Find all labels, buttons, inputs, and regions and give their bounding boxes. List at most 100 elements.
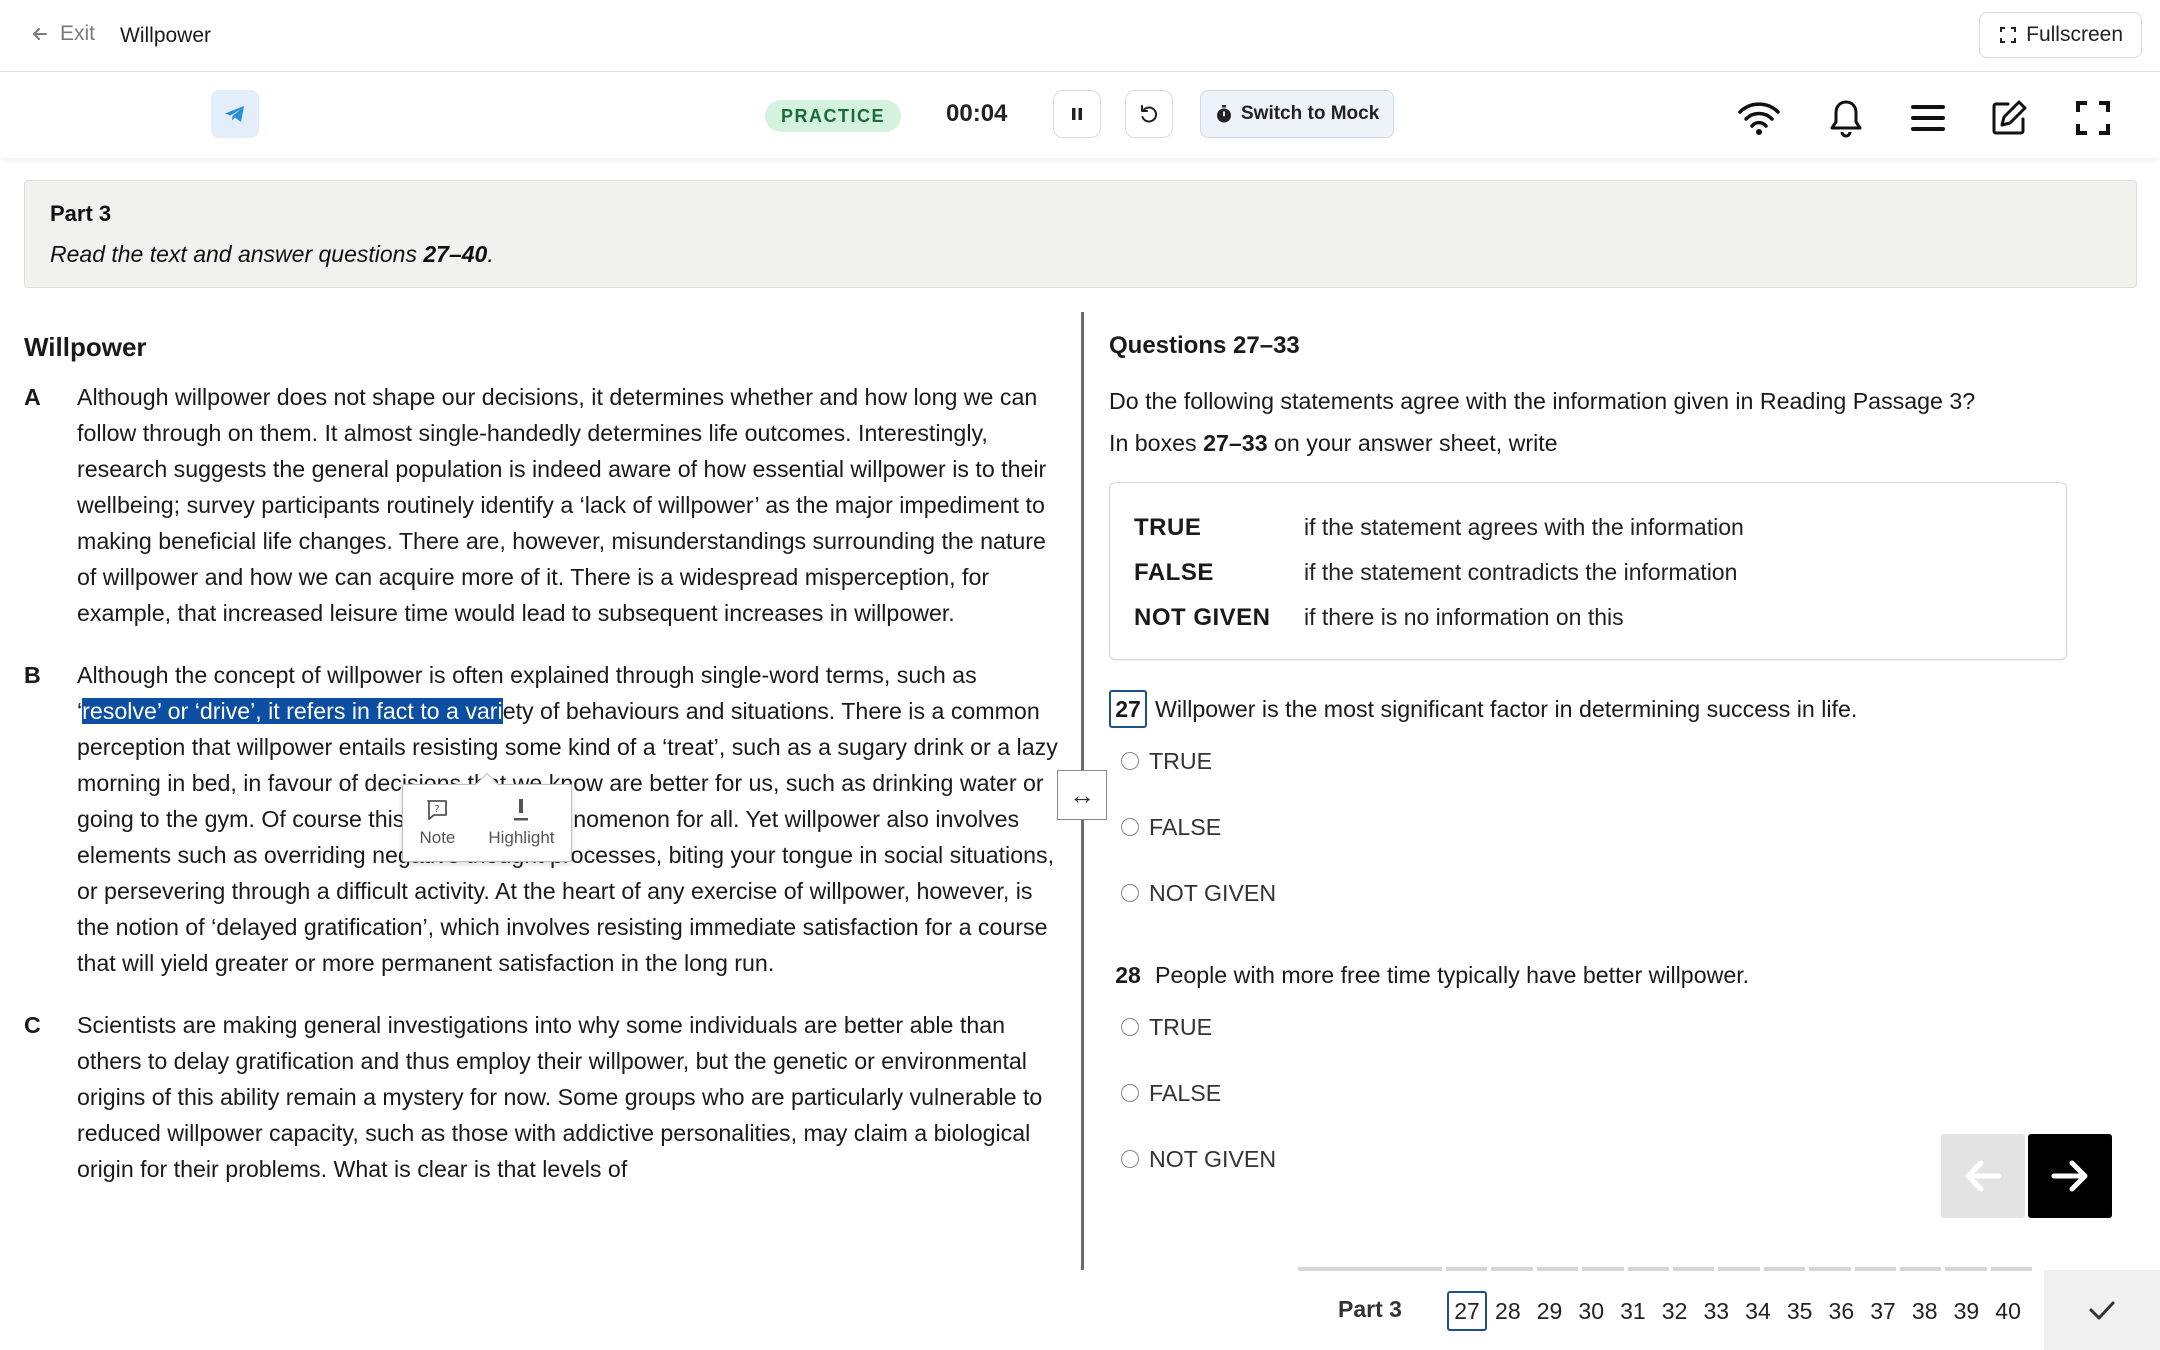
resize-icon: ↔: [1069, 779, 1095, 810]
question-nav-35[interactable]: 35: [1779, 1291, 1821, 1331]
legend-desc: if the statement agrees with the informa…: [1304, 514, 1744, 540]
progress-segment: [1763, 1267, 1806, 1271]
highlight-icon: [514, 799, 529, 821]
question-nav-33[interactable]: 33: [1695, 1291, 1737, 1331]
note-button[interactable]: ? Note: [419, 798, 455, 848]
question-nav-36[interactable]: 36: [1821, 1291, 1863, 1331]
option-label: TRUE: [1149, 1013, 1213, 1040]
radio-button[interactable]: [1121, 752, 1139, 770]
option-false[interactable]: FALSE: [1109, 1060, 2109, 1126]
telegram-button[interactable]: [211, 90, 259, 138]
question-statement: 28 People with more free time typically …: [1109, 956, 2109, 994]
option-true[interactable]: TRUE: [1109, 728, 2109, 794]
question-nav-28[interactable]: 28: [1487, 1291, 1529, 1331]
next-button[interactable]: [2028, 1134, 2112, 1218]
paragraph-a[interactable]: A Although willpower does not shape our …: [24, 379, 1064, 631]
paragraph-text[interactable]: Although willpower does not shape our de…: [77, 384, 1046, 626]
question-nav-27[interactable]: 27: [1447, 1291, 1487, 1331]
question-nav-30[interactable]: 30: [1570, 1291, 1612, 1331]
pause-icon: [1072, 108, 1082, 120]
reset-button[interactable]: [1125, 90, 1173, 138]
radio-button[interactable]: [1121, 818, 1139, 836]
question-nav-38[interactable]: 38: [1904, 1291, 1946, 1331]
question-nav-40[interactable]: 40: [1987, 1291, 2029, 1331]
progress-strip: [1298, 1267, 2033, 1271]
wifi-indicator[interactable]: [1737, 96, 1781, 140]
question-nav-29[interactable]: 29: [1529, 1291, 1571, 1331]
question-nav-34[interactable]: 34: [1737, 1291, 1779, 1331]
questions-panel: Questions 27–33 Do the following stateme…: [1109, 332, 2109, 1267]
radio-button[interactable]: [1121, 1150, 1139, 1168]
passage-title: Willpower: [24, 332, 147, 362]
progress-segment: [1627, 1267, 1669, 1271]
selected-text[interactable]: resolve’ or ‘drive’, it refers in fact t…: [82, 698, 503, 724]
highlight-button[interactable]: Highlight: [488, 798, 555, 848]
fullscreen-button[interactable]: Fullscreen: [1979, 12, 2142, 58]
option-label: FALSE: [1149, 1079, 1222, 1106]
option-label: NOT GIVEN: [1149, 1145, 1277, 1172]
toolbar: PRACTICE 00:04 Switch to Mock: [0, 72, 2160, 158]
paragraph-text[interactable]: Scientists are making general investigat…: [77, 1012, 1042, 1182]
part-title: Part 3: [50, 201, 112, 226]
question-nav-37[interactable]: 37: [1862, 1291, 1904, 1331]
previous-button[interactable]: [1941, 1134, 2025, 1218]
paragraph-c[interactable]: C Scientists are making general investig…: [24, 1007, 1064, 1187]
menu-button[interactable]: [1906, 96, 1950, 140]
instruction-range: 27–33: [1203, 430, 1268, 456]
progress-segment: [1491, 1267, 1533, 1271]
legend-desc: if there is no information on this: [1304, 604, 1624, 630]
radio-button[interactable]: [1121, 1018, 1139, 1036]
legend-row-true: TRUE if the statement agrees with the in…: [1134, 505, 2042, 550]
question-number: 27: [1109, 690, 1147, 728]
note-label: Note: [419, 828, 456, 847]
option-not-given[interactable]: NOT GIVEN: [1109, 860, 2109, 926]
fullscreen-label: Fullscreen: [2026, 23, 2123, 46]
progress-segment: [1809, 1267, 1851, 1271]
submit-button[interactable]: [2044, 1270, 2160, 1350]
svg-text:?: ?: [435, 804, 440, 815]
expand-button[interactable]: [2071, 96, 2115, 140]
legend-row-not-given: NOT GIVEN if there is no information on …: [1134, 595, 2042, 640]
questions-instruction-2: In boxes 27–33 on your answer sheet, wri…: [1109, 422, 2109, 464]
part-instruction: Read the text and answer questions 27–40…: [50, 241, 2111, 268]
instruction-text: In boxes: [1109, 430, 1204, 456]
progress-segment: [1854, 1267, 1896, 1271]
answer-legend: TRUE if the statement agrees with the in…: [1109, 482, 2067, 660]
switch-to-mock-button[interactable]: Switch to Mock: [1200, 90, 1395, 138]
option-false[interactable]: FALSE: [1109, 794, 2109, 860]
question-navigator: 27 28 29 30 31 32 33 34 35 36 37 38 39 4…: [1447, 1291, 2029, 1331]
switch-to-mock-label: Switch to Mock: [1241, 103, 1380, 124]
notifications-button[interactable]: [1824, 96, 1868, 140]
wifi-icon: [1738, 102, 1780, 135]
option-label: FALSE: [1149, 813, 1222, 840]
question-nav-32[interactable]: 32: [1654, 1291, 1696, 1331]
progress-segment: [1446, 1267, 1488, 1271]
edit-icon: [1992, 100, 2027, 135]
expand-icon: [2076, 101, 2110, 135]
option-true[interactable]: TRUE: [1109, 994, 2109, 1060]
exit-label: Exit: [60, 22, 96, 45]
note-icon: ?: [427, 800, 448, 820]
arrow-right-icon: [2051, 1160, 2088, 1192]
highlight-label: Highlight: [488, 828, 555, 847]
edit-button[interactable]: [1987, 96, 2031, 140]
pause-button[interactable]: [1053, 90, 1101, 138]
radio-button[interactable]: [1121, 884, 1139, 902]
option-label: TRUE: [1149, 747, 1213, 774]
resize-handle[interactable]: ↔: [1057, 770, 1107, 820]
paragraph-letter: C: [24, 1012, 41, 1038]
legend-key: FALSE: [1134, 558, 1214, 586]
part-instruction-range: 27–40: [423, 241, 488, 267]
question-statement: 27 Willpower is the most significant fac…: [1109, 690, 2109, 728]
paragraph-letter: B: [24, 662, 41, 688]
bottom-part-label[interactable]: Part 3: [1338, 1296, 1402, 1323]
part-header: Part 3 Read the text and answer question…: [24, 180, 2137, 288]
question-nav-39[interactable]: 39: [1946, 1291, 1988, 1331]
question-nav-31[interactable]: 31: [1612, 1291, 1654, 1331]
question-number: 28: [1115, 961, 1141, 988]
mode-badge: PRACTICE: [765, 100, 902, 132]
radio-button[interactable]: [1121, 1084, 1139, 1102]
exit-button[interactable]: Exit: [30, 22, 95, 46]
fullscreen-icon: [2000, 27, 2017, 43]
questions-instruction: Do the following statements agree with t…: [1109, 388, 1976, 414]
